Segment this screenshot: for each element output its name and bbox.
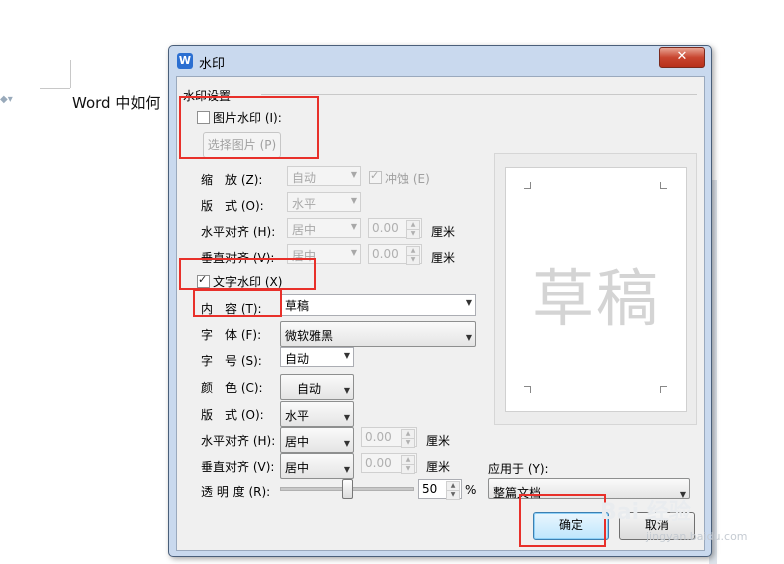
content-combobox[interactable]: 草稿 ▼: [280, 294, 476, 316]
text-h-offset-value: 0.00: [365, 430, 392, 444]
size-label: 字 号 (S):: [201, 354, 262, 368]
picture-layout-dropdown[interactable]: 水平 ▼: [287, 192, 361, 212]
text-v-align-label: 垂直对齐 (V):: [201, 460, 275, 474]
color-value: 自动: [297, 382, 322, 396]
scale-dropdown[interactable]: 自动 ▼: [287, 166, 361, 186]
color-dropdown[interactable]: 自动 ▼: [280, 374, 354, 400]
preview-panel: 草稿: [494, 153, 697, 425]
chevron-down-icon: ▼: [465, 333, 472, 342]
picture-h-align-dropdown[interactable]: 居中 ▼: [287, 218, 361, 238]
document-anchor-icon: ◆▾: [0, 94, 13, 105]
font-label: 字 体 (F):: [201, 328, 262, 342]
picture-h-offset-spinner[interactable]: 0.00 ▲ ▼: [368, 218, 422, 239]
text-layout-label: 版 式 (O):: [201, 408, 264, 422]
baidu-watermark-url: jingyan.baidu.com: [646, 530, 748, 543]
font-value: 微软雅黑: [285, 329, 334, 343]
text-h-align-value: 居中: [285, 435, 310, 449]
picture-h-offset-value: 0.00: [372, 221, 399, 235]
spin-down-icon[interactable]: ▼: [401, 464, 415, 474]
text-layout-value: 水平: [285, 409, 310, 423]
color-label: 颜 色 (C):: [201, 381, 263, 395]
baidu-watermark-logo: Bai 经验: [600, 500, 691, 525]
highlight-picture-watermark: [179, 96, 319, 159]
highlight-text-watermark: [179, 258, 316, 290]
chevron-down-icon: ▼: [350, 170, 357, 179]
chevron-down-icon: ▼: [350, 222, 357, 231]
picture-h-align-value: 居中: [292, 223, 317, 237]
scale-label: 缩 放 (Z):: [201, 173, 263, 187]
text-v-offset-spinner[interactable]: 0.00 ▲ ▼: [361, 453, 417, 474]
dialog-title: 水印: [199, 57, 226, 72]
transparency-unit: %: [465, 483, 477, 497]
page-corner-mark: [524, 182, 531, 189]
chevron-down-icon: ▼: [465, 298, 472, 307]
highlight-content: [193, 289, 282, 317]
picture-layout-value: 水平: [292, 197, 317, 211]
font-dropdown[interactable]: 微软雅黑 ▼: [280, 321, 476, 347]
picture-v-offset-spinner[interactable]: 0.00 ▲ ▼: [368, 244, 422, 265]
size-combobox[interactable]: 自动 ▼: [280, 347, 354, 367]
transparency-slider-thumb[interactable]: [342, 479, 353, 499]
washout-label: 冲蚀 (E): [385, 172, 430, 186]
picture-h-align-label: 水平对齐 (H):: [201, 225, 276, 239]
spin-down-icon[interactable]: ▼: [446, 490, 460, 500]
transparency-label: 透 明 度 (R):: [201, 485, 271, 499]
page-corner-mark: [524, 386, 531, 393]
text-v-align-value: 居中: [285, 461, 310, 475]
text-h-unit: 厘米: [426, 434, 451, 448]
chevron-down-icon: ▼: [343, 351, 350, 360]
content-value: 草稿: [285, 299, 310, 313]
spin-down-icon[interactable]: ▼: [406, 255, 420, 265]
preview-page: 草稿: [505, 167, 687, 412]
scale-value: 自动: [292, 171, 317, 185]
title-bar[interactable]: W 水印 ✕: [169, 46, 711, 74]
chevron-down-icon: ▼: [343, 386, 350, 395]
picture-h-unit: 厘米: [431, 225, 456, 239]
transparency-value: 50: [422, 482, 438, 496]
chevron-down-icon: ▼: [350, 196, 357, 205]
highlight-ok-button: [519, 494, 606, 547]
size-value: 自动: [285, 352, 310, 366]
text-h-offset-spinner[interactable]: 0.00 ▲ ▼: [361, 427, 417, 448]
apply-to-label: 应用于 (Y):: [488, 462, 549, 476]
document-text: Word 中如何: [72, 94, 161, 112]
spin-down-icon[interactable]: ▼: [401, 438, 415, 448]
text-v-offset-value: 0.00: [365, 456, 392, 470]
page-corner-mark: [660, 182, 667, 189]
text-v-align-dropdown[interactable]: 居中 ▼: [280, 453, 354, 479]
text-v-unit: 厘米: [426, 460, 451, 474]
close-button[interactable]: ✕: [659, 47, 705, 68]
preview-watermark-text: 草稿: [531, 262, 660, 335]
picture-v-offset-value: 0.00: [372, 247, 399, 261]
group-divider: [261, 94, 697, 95]
text-h-align-dropdown[interactable]: 居中 ▼: [280, 427, 354, 453]
transparency-spinner[interactable]: 50 ▲ ▼: [418, 479, 462, 500]
document-margin-mark: [70, 60, 71, 88]
text-layout-dropdown[interactable]: 水平 ▼: [280, 401, 354, 427]
wps-app-icon: W: [177, 53, 193, 69]
chevron-down-icon: ▼: [350, 248, 357, 257]
washout-checkbox[interactable]: [369, 169, 382, 184]
text-h-align-label: 水平对齐 (H):: [201, 434, 276, 448]
page-corner-mark: [660, 386, 667, 393]
picture-v-unit: 厘米: [431, 251, 456, 265]
picture-layout-label: 版 式 (O):: [201, 199, 264, 213]
spin-down-icon[interactable]: ▼: [406, 229, 420, 239]
document-margin-mark-horizontal: [40, 88, 70, 89]
